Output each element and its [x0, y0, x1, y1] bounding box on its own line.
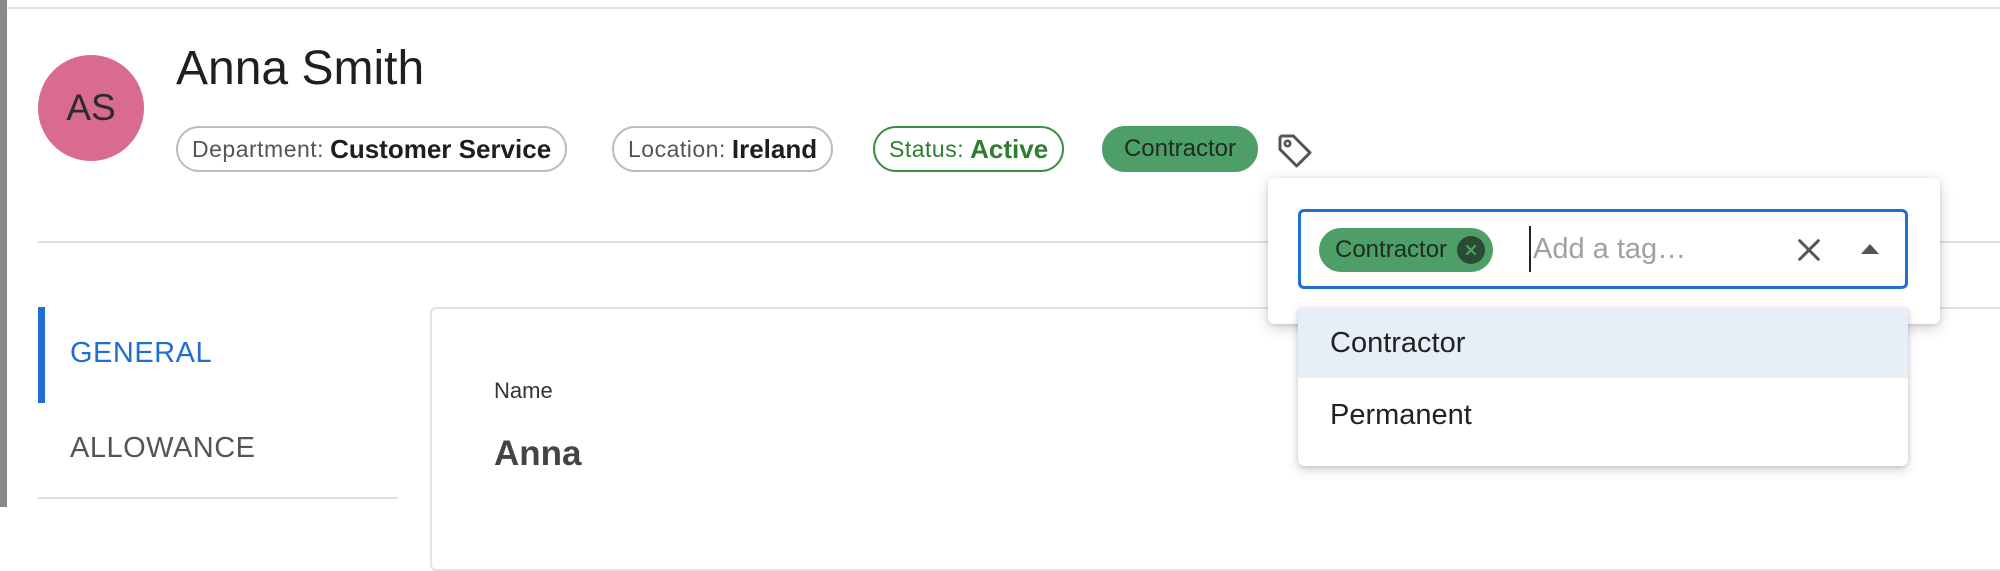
tag-search-input[interactable] [1529, 226, 1783, 272]
first-name-value: Anna [494, 434, 582, 473]
nav-item-general[interactable]: GENERAL [70, 337, 212, 370]
close-icon[interactable] [1793, 234, 1825, 266]
tag-option-permanent[interactable]: Permanent [1298, 380, 1908, 450]
nav-item-allowance[interactable]: ALLOWANCE [70, 432, 256, 465]
department-chip-key: Department: [192, 135, 325, 162]
top-divider [7, 7, 2000, 9]
window-edge [0, 0, 7, 507]
caret-up-icon[interactable] [1857, 239, 1883, 259]
location-chip: Location: Ireland [612, 126, 834, 172]
tag-autocomplete[interactable]: Contractor [1298, 209, 1908, 289]
department-chip: Department: Customer Service [176, 126, 568, 172]
tag-chip-contractor: Contractor [1102, 126, 1258, 172]
tag-option-contractor[interactable]: Contractor [1298, 308, 1908, 378]
nav-divider [38, 497, 398, 499]
status-chip-value: Active [970, 133, 1049, 164]
name-field-label: Name [494, 378, 553, 403]
selected-tag-label: Contractor [1335, 236, 1448, 263]
tag-chip-label: Contractor [1123, 135, 1237, 162]
status-chip: Status: Active [873, 126, 1065, 172]
tag-icon[interactable] [1275, 131, 1315, 171]
status-chip-key: Status: [889, 135, 965, 162]
selected-tag-chip: Contractor [1319, 228, 1494, 272]
department-chip-value: Customer Service [330, 133, 552, 164]
nav-active-indicator [38, 307, 45, 403]
employee-name: Anna Smith [176, 42, 425, 95]
avatar: AS [38, 55, 144, 161]
close-circle-icon[interactable] [1457, 236, 1486, 264]
location-chip-key: Location: [628, 135, 726, 162]
tag-options-list: Contractor Permanent [1298, 308, 1908, 466]
location-chip-value: Ireland [731, 133, 818, 164]
